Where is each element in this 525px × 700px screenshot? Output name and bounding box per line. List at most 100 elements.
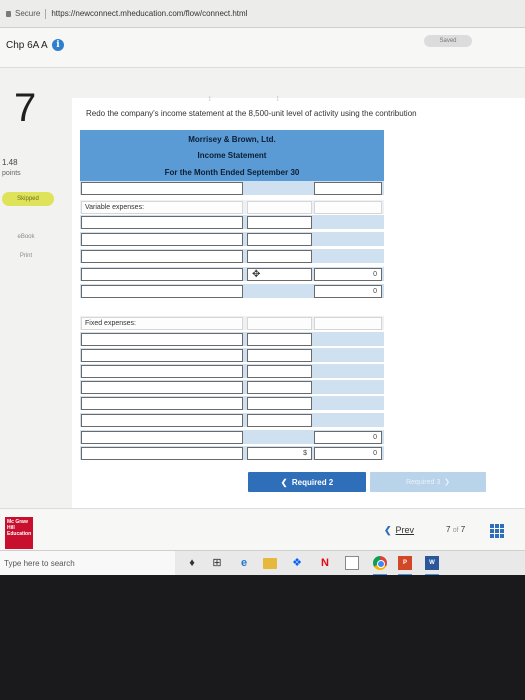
label-input[interactable] <box>81 447 243 460</box>
table-row <box>80 232 384 247</box>
mcgraw-hill-logo: Mc Graw Hill Education <box>5 517 33 549</box>
amount-input[interactable] <box>247 233 312 246</box>
active-app-indicator <box>398 574 412 575</box>
address-bar[interactable]: Secure https://newconnect.mheducation.co… <box>0 0 525 28</box>
microphone-icon[interactable]: ♦ <box>185 556 199 570</box>
amount-input[interactable] <box>247 397 312 410</box>
lock-icon <box>6 10 11 17</box>
page-of: of <box>452 527 459 534</box>
table-row <box>80 364 384 379</box>
question-number: 7 <box>14 86 37 130</box>
fixed-expenses-label: Fixed expenses: <box>85 320 136 327</box>
required-2-button[interactable]: ❮ Required 2 <box>248 472 366 492</box>
table-row <box>80 215 384 230</box>
powerpoint-icon[interactable]: P <box>398 556 412 570</box>
resize-marker: ⁞ <box>277 97 279 103</box>
task-view-icon[interactable]: ⊞ <box>210 556 224 570</box>
empty-cell <box>247 201 312 214</box>
label-input[interactable] <box>81 333 243 346</box>
active-app-indicator <box>425 574 439 575</box>
total-value: 0 <box>373 271 377 278</box>
question-instructions: Redo the company's income statement at t… <box>86 109 417 118</box>
amount-input[interactable] <box>247 333 312 346</box>
table-row <box>80 181 384 196</box>
url-text[interactable]: https://newconnect.mheducation.com/flow/… <box>51 9 247 18</box>
question-grid-icon[interactable] <box>490 524 504 538</box>
prev-label: Prev <box>395 525 415 535</box>
label-input[interactable] <box>81 397 243 410</box>
total-cell: 0 <box>314 285 382 298</box>
assignment-footer: Mc Graw Hill Education ❮ Prev 7 of 7 <box>0 508 525 550</box>
print-link[interactable]: Print <box>4 253 48 259</box>
label-input[interactable] <box>81 250 243 263</box>
chevron-right-icon: ❯ <box>440 479 450 486</box>
page-current: 7 <box>446 525 451 534</box>
active-app-indicator <box>373 574 387 575</box>
chevron-left-icon: ❮ <box>384 525 392 535</box>
table-row <box>80 380 384 395</box>
browser-viewport: Secure https://newconnect.mheducation.co… <box>0 0 525 575</box>
amount-input[interactable] <box>247 414 312 427</box>
label-input[interactable] <box>81 414 243 427</box>
label-input[interactable] <box>81 365 243 378</box>
amount-input[interactable] <box>247 381 312 394</box>
ebook-link[interactable]: eBook <box>4 234 48 240</box>
secure-label: Secure <box>15 9 41 18</box>
label-input[interactable] <box>81 431 243 444</box>
currency-cell: $ <box>247 447 312 460</box>
table-row <box>80 249 384 264</box>
table-row: ✥ 0 <box>80 267 384 282</box>
file-explorer-icon[interactable] <box>263 558 277 569</box>
table-row <box>80 413 384 428</box>
table-row: $ 0 <box>80 446 384 461</box>
table-row <box>80 396 384 411</box>
mouse-cursor-icon: ✥ <box>252 269 261 280</box>
variable-expenses-label: Variable expenses: <box>85 204 145 211</box>
total-cell: 0 <box>314 431 382 444</box>
label-input[interactable] <box>81 381 243 394</box>
amount-input[interactable] <box>247 365 312 378</box>
page-total: 7 <box>460 525 466 534</box>
total-value: 0 <box>373 434 377 441</box>
table-row <box>80 332 384 347</box>
statement-period: For the Month Ended September 30 <box>80 164 384 181</box>
required-3-button[interactable]: Required 3 ❯ <box>370 472 486 492</box>
dropbox-icon[interactable]: ❖ <box>290 556 304 570</box>
amount-input[interactable]: ✥ <box>247 268 312 281</box>
skipped-badge: Skipped <box>2 192 54 206</box>
netflix-icon[interactable]: N <box>318 556 332 570</box>
table-row: 0 <box>80 284 384 299</box>
empty-cell <box>247 317 312 330</box>
amount-input[interactable] <box>247 349 312 362</box>
section-label-cell: Fixed expenses: <box>81 317 243 330</box>
chevron-left-icon: ❮ <box>280 477 292 487</box>
label-input[interactable] <box>81 216 243 229</box>
income-statement-table: Morrisey & Brown, Ltd. Income Statement … <box>80 130 384 464</box>
info-icon[interactable]: i <box>52 39 64 51</box>
label-input[interactable] <box>81 233 243 246</box>
saved-status-badge: Saved <box>424 35 472 47</box>
label-input[interactable] <box>81 268 243 281</box>
total-value: 0 <box>373 288 377 295</box>
edge-browser-icon[interactable]: e <box>237 556 251 570</box>
assignment-header: Chp 6A A i Saved <box>0 28 525 68</box>
word-icon[interactable]: W <box>425 556 439 570</box>
chrome-icon[interactable] <box>373 556 387 570</box>
taskbar-search-input[interactable]: Type here to search <box>0 551 175 575</box>
statement-title: Income Statement <box>80 148 384 164</box>
label-input[interactable] <box>81 182 243 195</box>
prev-button[interactable]: ❮ Prev <box>384 525 414 536</box>
dollar-sign: $ <box>303 450 307 457</box>
store-icon[interactable] <box>345 556 359 570</box>
amount-input[interactable] <box>247 216 312 229</box>
label-input[interactable] <box>81 285 243 298</box>
question-sidebar: 7 1.48 points Skipped eBook Print <box>0 68 72 508</box>
amount-input[interactable] <box>247 250 312 263</box>
empty-cell <box>314 317 382 330</box>
label-input[interactable] <box>81 349 243 362</box>
net-total-cell: 0 <box>314 447 382 460</box>
company-name: Morrisey & Brown, Ltd. <box>80 130 384 148</box>
assignment-title: Chp 6A A <box>6 40 48 51</box>
amount-input[interactable] <box>314 182 382 195</box>
page-indicator[interactable]: 7 of 7 <box>446 525 465 534</box>
